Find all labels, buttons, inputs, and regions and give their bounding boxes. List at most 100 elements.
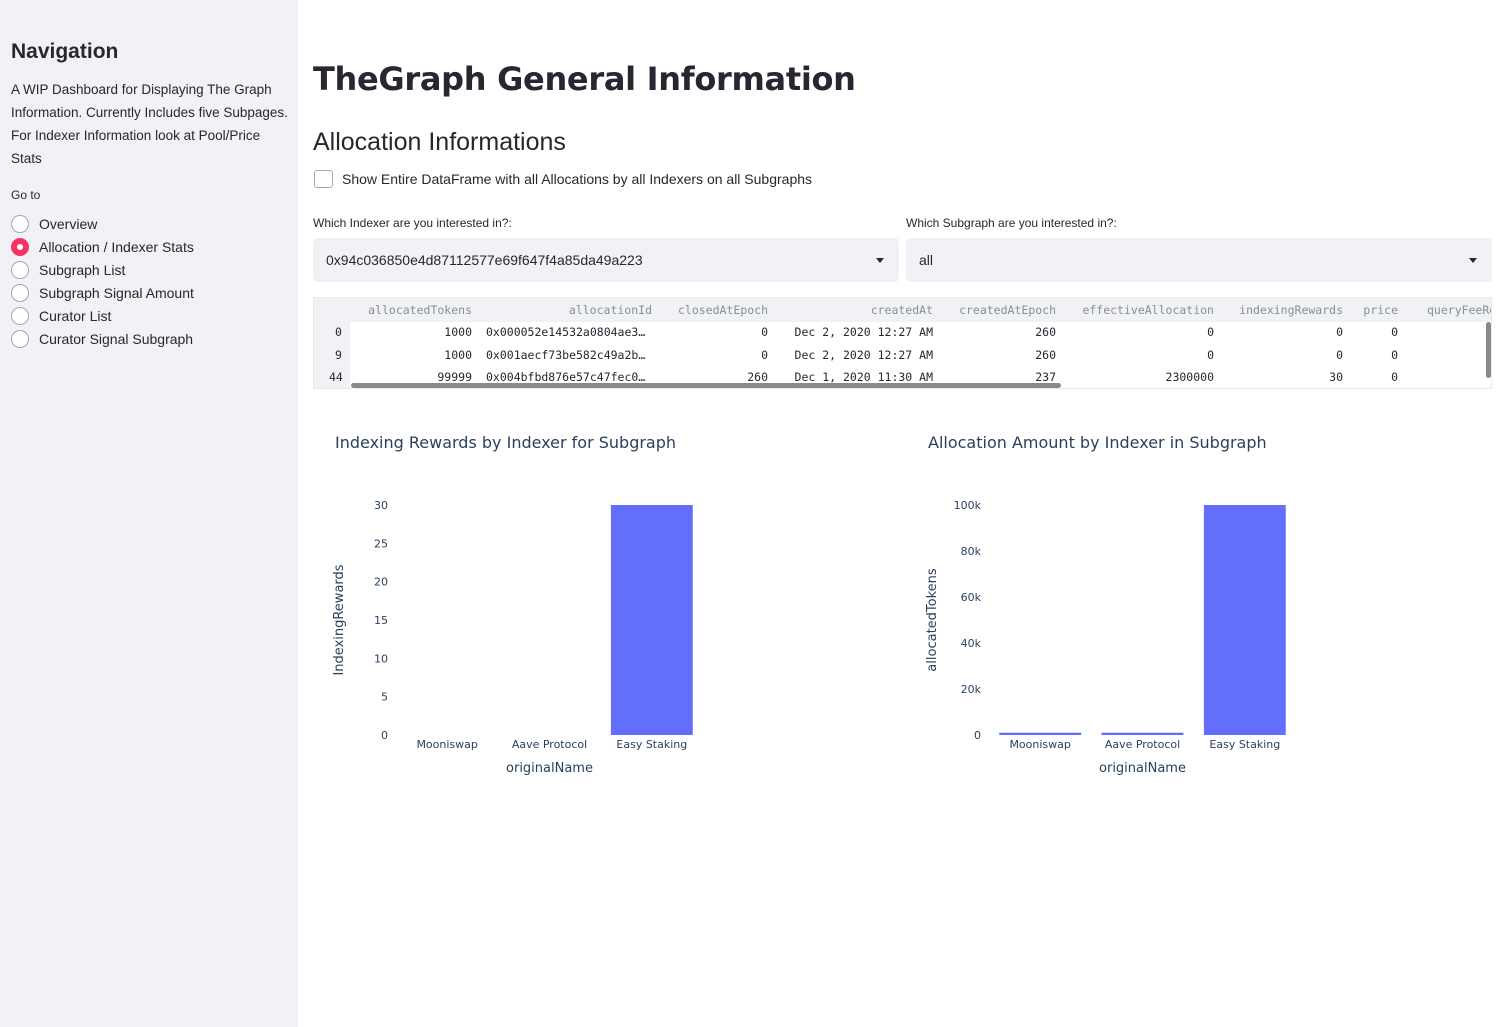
table-cell: 0x001aecf73be582c49a2b… <box>486 348 646 362</box>
y-tick-label: 80k <box>961 545 982 558</box>
bar-chart-svg: 0 5 10 15 20 25 30 Mooniswap Aave Protocol Easy S… <box>332 499 693 776</box>
show-dataframe-checkbox[interactable]: Show Entire DataFrame with all Allocatio… <box>314 170 812 188</box>
sidebar: Navigation A WIP Dashboard for Displayin… <box>0 0 298 1027</box>
table-cell: 0 <box>1391 325 1398 339</box>
table-cell: 0x000052e14532a0804ae3… <box>486 325 646 339</box>
table-cell: 0 <box>761 348 768 362</box>
column-header[interactable]: indexingRewards <box>1239 303 1343 317</box>
y-tick-label: 100k <box>954 499 982 512</box>
y-tick-label: 40k <box>961 637 982 650</box>
y-tick-label: 5 <box>381 691 388 704</box>
horizontal-scrollbar[interactable] <box>351 383 1061 388</box>
radio-subgraph-list[interactable]: Subgraph List <box>11 258 194 281</box>
table-cell: 0 <box>1336 325 1343 339</box>
table-cell: 260 <box>1035 348 1056 362</box>
vertical-scrollbar[interactable] <box>1486 322 1491 378</box>
x-tick-label: Aave Protocol <box>1105 738 1180 751</box>
table-cell: 0 <box>1391 370 1398 384</box>
indexer-select[interactable]: 0x94c036850e4d87112577e69f647f4a85da49a2… <box>313 238 899 282</box>
row-index: 44 <box>329 370 343 384</box>
row-index: 0 <box>335 325 342 339</box>
table-cell: 0 <box>1207 325 1214 339</box>
indexer-select-value: 0x94c036850e4d87112577e69f647f4a85da49a2… <box>326 252 643 268</box>
x-tick-label: Easy Staking <box>616 738 687 751</box>
radio-allocation-indexer-stats[interactable]: Allocation / Indexer Stats <box>11 235 194 258</box>
radio-curator-signal-subgraph[interactable]: Curator Signal Subgraph <box>11 327 194 350</box>
goto-label: Go to <box>11 188 41 202</box>
radio-subgraph-signal-amount[interactable]: Subgraph Signal Amount <box>11 281 194 304</box>
column-header[interactable]: price <box>1363 303 1398 317</box>
bar-chart-svg: 0 20k 40k 60k 80k 100k Mooniswap Aave Protocol E… <box>925 499 1286 776</box>
table-cell: 1000 <box>444 325 472 339</box>
main-content: TheGraph General Information Allocation … <box>298 0 1501 1027</box>
y-tick-label: 0 <box>974 729 981 742</box>
radio-label: Curator List <box>39 307 112 324</box>
radio-button-icon <box>11 260 29 279</box>
sidebar-description: A WIP Dashboard for Displaying The Graph… <box>11 82 288 166</box>
y-tick-label: 0 <box>381 729 388 742</box>
table-cell: 260 <box>747 370 768 384</box>
column-header[interactable]: allocatedTokens <box>368 303 472 317</box>
radio-label: Subgraph Signal Amount <box>39 284 194 301</box>
column-header[interactable]: closedAtEpoch <box>678 303 768 317</box>
y-axis-label: IndexingRewards <box>332 564 347 675</box>
page-title: TheGraph General Information <box>313 60 856 98</box>
indexer-select-label: Which Indexer are you interested in?: <box>313 216 512 230</box>
table-cell: 0 <box>1336 348 1343 362</box>
bar <box>1203 505 1286 735</box>
sidebar-title: Navigation <box>11 40 119 63</box>
table-cell: 0 <box>761 325 768 339</box>
bar <box>999 732 1082 735</box>
x-axis-label: originalName <box>1099 761 1186 776</box>
y-axis-label: allocatedTokens <box>925 568 940 672</box>
table-cell: 0 <box>1207 348 1214 362</box>
radio-label: Allocation / Indexer Stats <box>39 238 194 255</box>
y-tick-label: 25 <box>374 537 388 550</box>
table-cell: 260 <box>1035 325 1056 339</box>
y-tick-label: 15 <box>374 614 388 627</box>
table-cell: Dec 2, 2020 12:27 AM <box>794 325 933 339</box>
subgraph-select-value: all <box>919 252 934 268</box>
table-cell: Dec 1, 2020 11:30 AM <box>794 370 933 384</box>
radio-overview[interactable]: Overview <box>11 212 194 235</box>
page-radio-group: Overview Allocation / Indexer Stats Subg… <box>11 212 194 350</box>
table-cell: Dec 2, 2020 12:27 AM <box>794 348 933 362</box>
caret-down-icon <box>876 258 884 263</box>
indexing-rewards-chart: 0 5 10 15 20 25 30 Mooniswap Aave Protocol Easy S… <box>313 420 873 800</box>
radio-button-checked-icon <box>11 237 29 256</box>
radio-button-icon <box>11 329 29 348</box>
radio-label: Curator Signal Subgraph <box>39 330 194 347</box>
allocations-dataframe[interactable]: allocatedTokens allocationId closedAtEpo… <box>313 297 1492 389</box>
column-header[interactable]: allocationId <box>569 303 652 317</box>
column-header[interactable]: queryFeeRe <box>1427 303 1491 317</box>
table-cell: 237 <box>1035 370 1056 384</box>
row-index: 9 <box>335 348 342 362</box>
section-title: Allocation Informations <box>313 128 566 156</box>
bar <box>1101 732 1184 735</box>
chart-title: Allocation Amount by Indexer in Subgraph <box>928 433 1267 452</box>
column-header[interactable]: createdAt <box>871 303 933 317</box>
radio-label: Overview <box>39 215 98 232</box>
x-tick-label: Mooniswap <box>1009 738 1070 751</box>
x-tick-label: Easy Staking <box>1209 738 1280 751</box>
chart-title: Indexing Rewards by Indexer for Subgraph <box>335 433 677 452</box>
y-tick-label: 60k <box>961 591 982 604</box>
bar <box>610 505 693 735</box>
column-header[interactable]: createdAtEpoch <box>959 303 1056 317</box>
y-tick-label: 30 <box>374 499 388 512</box>
radio-curator-list[interactable]: Curator List <box>11 304 194 327</box>
x-tick-label: Aave Protocol <box>512 738 587 751</box>
y-tick-label: 20 <box>374 576 388 589</box>
radio-button-icon <box>11 214 29 233</box>
table-cell: 0 <box>1391 348 1398 362</box>
column-header[interactable]: effectiveAllocation <box>1082 303 1214 317</box>
x-axis-label: originalName <box>506 761 593 776</box>
radio-button-icon <box>11 306 29 325</box>
table-cell: 30 <box>1329 370 1343 384</box>
checkbox-icon <box>314 170 333 188</box>
table-cell: 1000 <box>444 348 472 362</box>
subgraph-select[interactable]: all <box>906 238 1492 282</box>
radio-label: Subgraph List <box>39 261 126 278</box>
table-cell: 0x004bfbd876e57c47fec0… <box>486 370 646 384</box>
checkbox-label: Show Entire DataFrame with all Allocatio… <box>342 171 813 187</box>
